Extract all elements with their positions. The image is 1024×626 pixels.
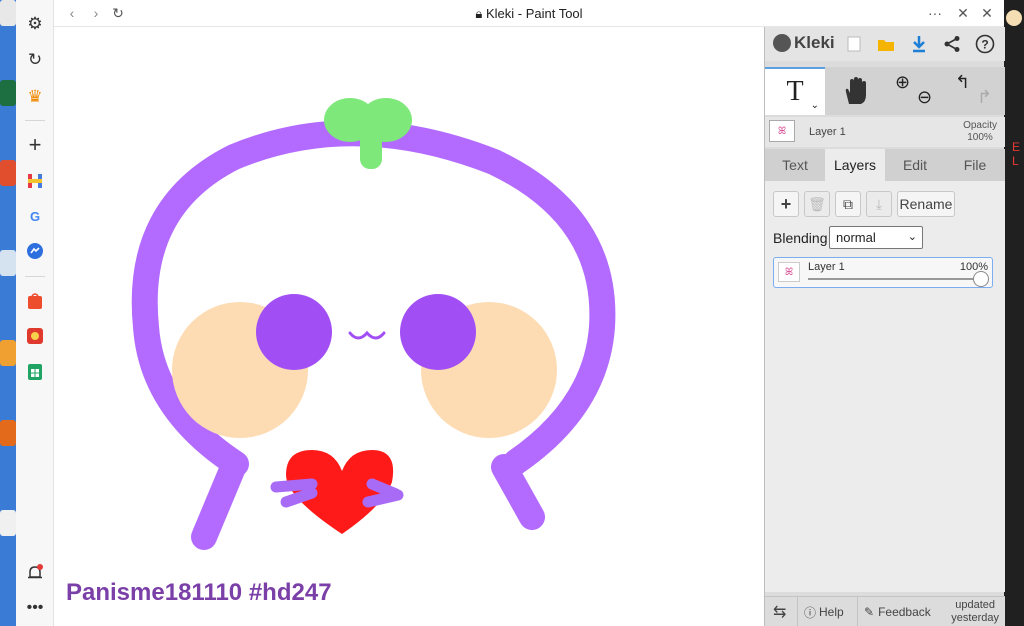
share-icon[interactable]	[941, 33, 963, 55]
help-label: Help	[819, 605, 844, 619]
swap-side-icon[interactable]: ⇆	[773, 597, 786, 626]
new-file-icon[interactable]	[843, 33, 865, 55]
page-title: Kleki - Paint Tool	[485, 6, 583, 21]
right-foot	[491, 454, 545, 530]
blending-label: Blending	[773, 230, 828, 246]
feedback-label: Feedback	[878, 605, 931, 619]
sidebar-divider	[25, 276, 45, 277]
tab-text[interactable]: Text	[765, 149, 825, 181]
game-icon[interactable]	[24, 325, 46, 347]
opacity-slider-handle[interactable]	[973, 271, 989, 287]
updated-line2: yesterday	[951, 612, 999, 624]
tab-layers[interactable]: Layers	[825, 149, 885, 181]
panel-footer: ⇆ ⓘ Help ✎ Feedback updated yesterday	[765, 596, 1005, 626]
layers-panel: + 🗑︎ ⧉ ⤓ Rename Blending normal ⌄ ꕤ Laye…	[765, 181, 1005, 592]
chevron-down-icon[interactable]: ⌄	[811, 100, 819, 111]
tool-row: T ⌄ ⊕ ⊖ ↰ ↱	[765, 67, 1005, 115]
panel-tabs: Text Layers Edit File	[765, 149, 1005, 181]
opacity-value: 100%	[967, 132, 993, 143]
blending-select[interactable]: normal ⌄	[829, 226, 923, 249]
layer-thumbnail[interactable]: ꕤ	[769, 120, 795, 142]
rename-button[interactable]: Rename	[897, 191, 955, 217]
opacity-label: Opacity	[963, 120, 997, 131]
hand-icon	[845, 77, 866, 104]
messenger-icon[interactable]	[24, 240, 46, 262]
help-link[interactable]: ⓘ Help	[797, 597, 844, 626]
opacity-slider-track[interactable]	[808, 278, 984, 280]
chevron-down-icon: ⌄	[907, 231, 917, 243]
hand-tool[interactable]	[825, 67, 885, 115]
shopee-icon[interactable]	[24, 290, 46, 312]
zoom-in-icon[interactable]: ⊕	[895, 72, 910, 93]
history-tools: ↰ ↱	[945, 67, 1005, 115]
google-icon[interactable]: G	[24, 205, 46, 227]
history-icon[interactable]: ↻	[24, 49, 46, 71]
desktop-right-edge: E L	[1004, 0, 1024, 626]
text-tool-label: T	[786, 76, 804, 107]
tool-panel: Kleki ? T ⌄ ⊕ ⊖ ↰ ↱ ꕤ Layer 1 Opacity 10…	[764, 27, 1005, 626]
browser-toolbar: ‹ › ↻ 🔒︎ Kleki - Paint Tool ··· ✕ ✕	[54, 0, 1004, 27]
updated-line1: updated	[955, 599, 996, 611]
redo-icon[interactable]: ↱	[977, 87, 992, 108]
pin-icon[interactable]: ✕	[954, 4, 972, 22]
left-eye	[256, 294, 332, 370]
layer-item-name: Layer 1	[808, 261, 845, 273]
duplicate-layer-button[interactable]: ⧉	[835, 191, 861, 217]
delete-layer-button[interactable]: 🗑︎	[804, 191, 830, 217]
undo-icon[interactable]: ↰	[955, 72, 970, 93]
help-circle-icon: ⓘ	[804, 605, 817, 620]
kleki-logo-icon	[773, 34, 791, 52]
sidebar-divider	[25, 120, 45, 121]
h-app-icon[interactable]	[24, 170, 46, 192]
sheets-icon[interactable]	[24, 361, 46, 383]
current-layer-preview: ꕤ Layer 1 Opacity 100%	[765, 117, 1005, 147]
tab-file[interactable]: File	[945, 149, 1005, 181]
download-icon[interactable]	[908, 33, 930, 55]
drawing-canvas[interactable]: Panisme181110 #hd247	[54, 27, 764, 626]
feedback-icon: ✎	[864, 605, 875, 619]
gear-icon[interactable]: ⚙	[24, 13, 46, 35]
mouth	[348, 330, 386, 340]
bell-icon[interactable]	[24, 562, 46, 584]
zoom-tools: ⊕ ⊖	[885, 67, 945, 115]
tab-edit[interactable]: Edit	[885, 149, 945, 181]
desktop-left-edge	[0, 0, 16, 626]
sprout	[324, 98, 412, 169]
zoom-out-icon[interactable]: ⊖	[917, 87, 932, 108]
browser-sidebar: ⚙ ↻ ♛ + G •••	[16, 0, 54, 626]
feedback-link[interactable]: ✎ Feedback	[857, 597, 931, 626]
merge-layer-button[interactable]: ⤓	[866, 191, 892, 217]
lock-icon: 🔒︎	[475, 6, 483, 21]
help-icon[interactable]: ?	[974, 33, 996, 55]
kleki-logo[interactable]: Kleki	[773, 33, 835, 53]
opacity-readout: Opacity 100%	[963, 120, 997, 144]
svg-text:?: ?	[981, 38, 988, 52]
right-eye	[400, 294, 476, 370]
add-layer-button[interactable]: +	[773, 191, 799, 217]
signature-text: Panisme181110 #hd247	[66, 579, 332, 606]
current-layer-name: Layer 1	[809, 126, 846, 138]
drawing	[131, 98, 616, 550]
window-title: 🔒︎ Kleki - Paint Tool	[54, 6, 1004, 22]
plus-icon[interactable]: +	[24, 132, 46, 157]
layer-item[interactable]: ꕤ Layer 1 100%	[773, 257, 993, 288]
panel-header: Kleki ?	[765, 27, 1005, 61]
more-icon[interactable]: •••	[24, 597, 46, 619]
update-status[interactable]: updated yesterday	[951, 599, 999, 625]
crown-icon[interactable]: ♛	[24, 86, 46, 108]
blending-value: normal	[836, 230, 876, 245]
close-icon[interactable]: ✕	[978, 4, 996, 22]
screen: ⚙ ↻ ♛ + G ••• ‹ › ↻ 🔒︎ Kleki - Paint Too…	[0, 0, 1024, 626]
logo-text: Kleki	[794, 33, 835, 52]
ellipsis-icon[interactable]: ···	[926, 4, 944, 22]
layer-item-thumbnail: ꕤ	[778, 262, 800, 282]
left-foot	[191, 457, 245, 550]
folder-icon[interactable]	[875, 33, 897, 55]
text-tool[interactable]: T ⌄	[765, 67, 825, 115]
